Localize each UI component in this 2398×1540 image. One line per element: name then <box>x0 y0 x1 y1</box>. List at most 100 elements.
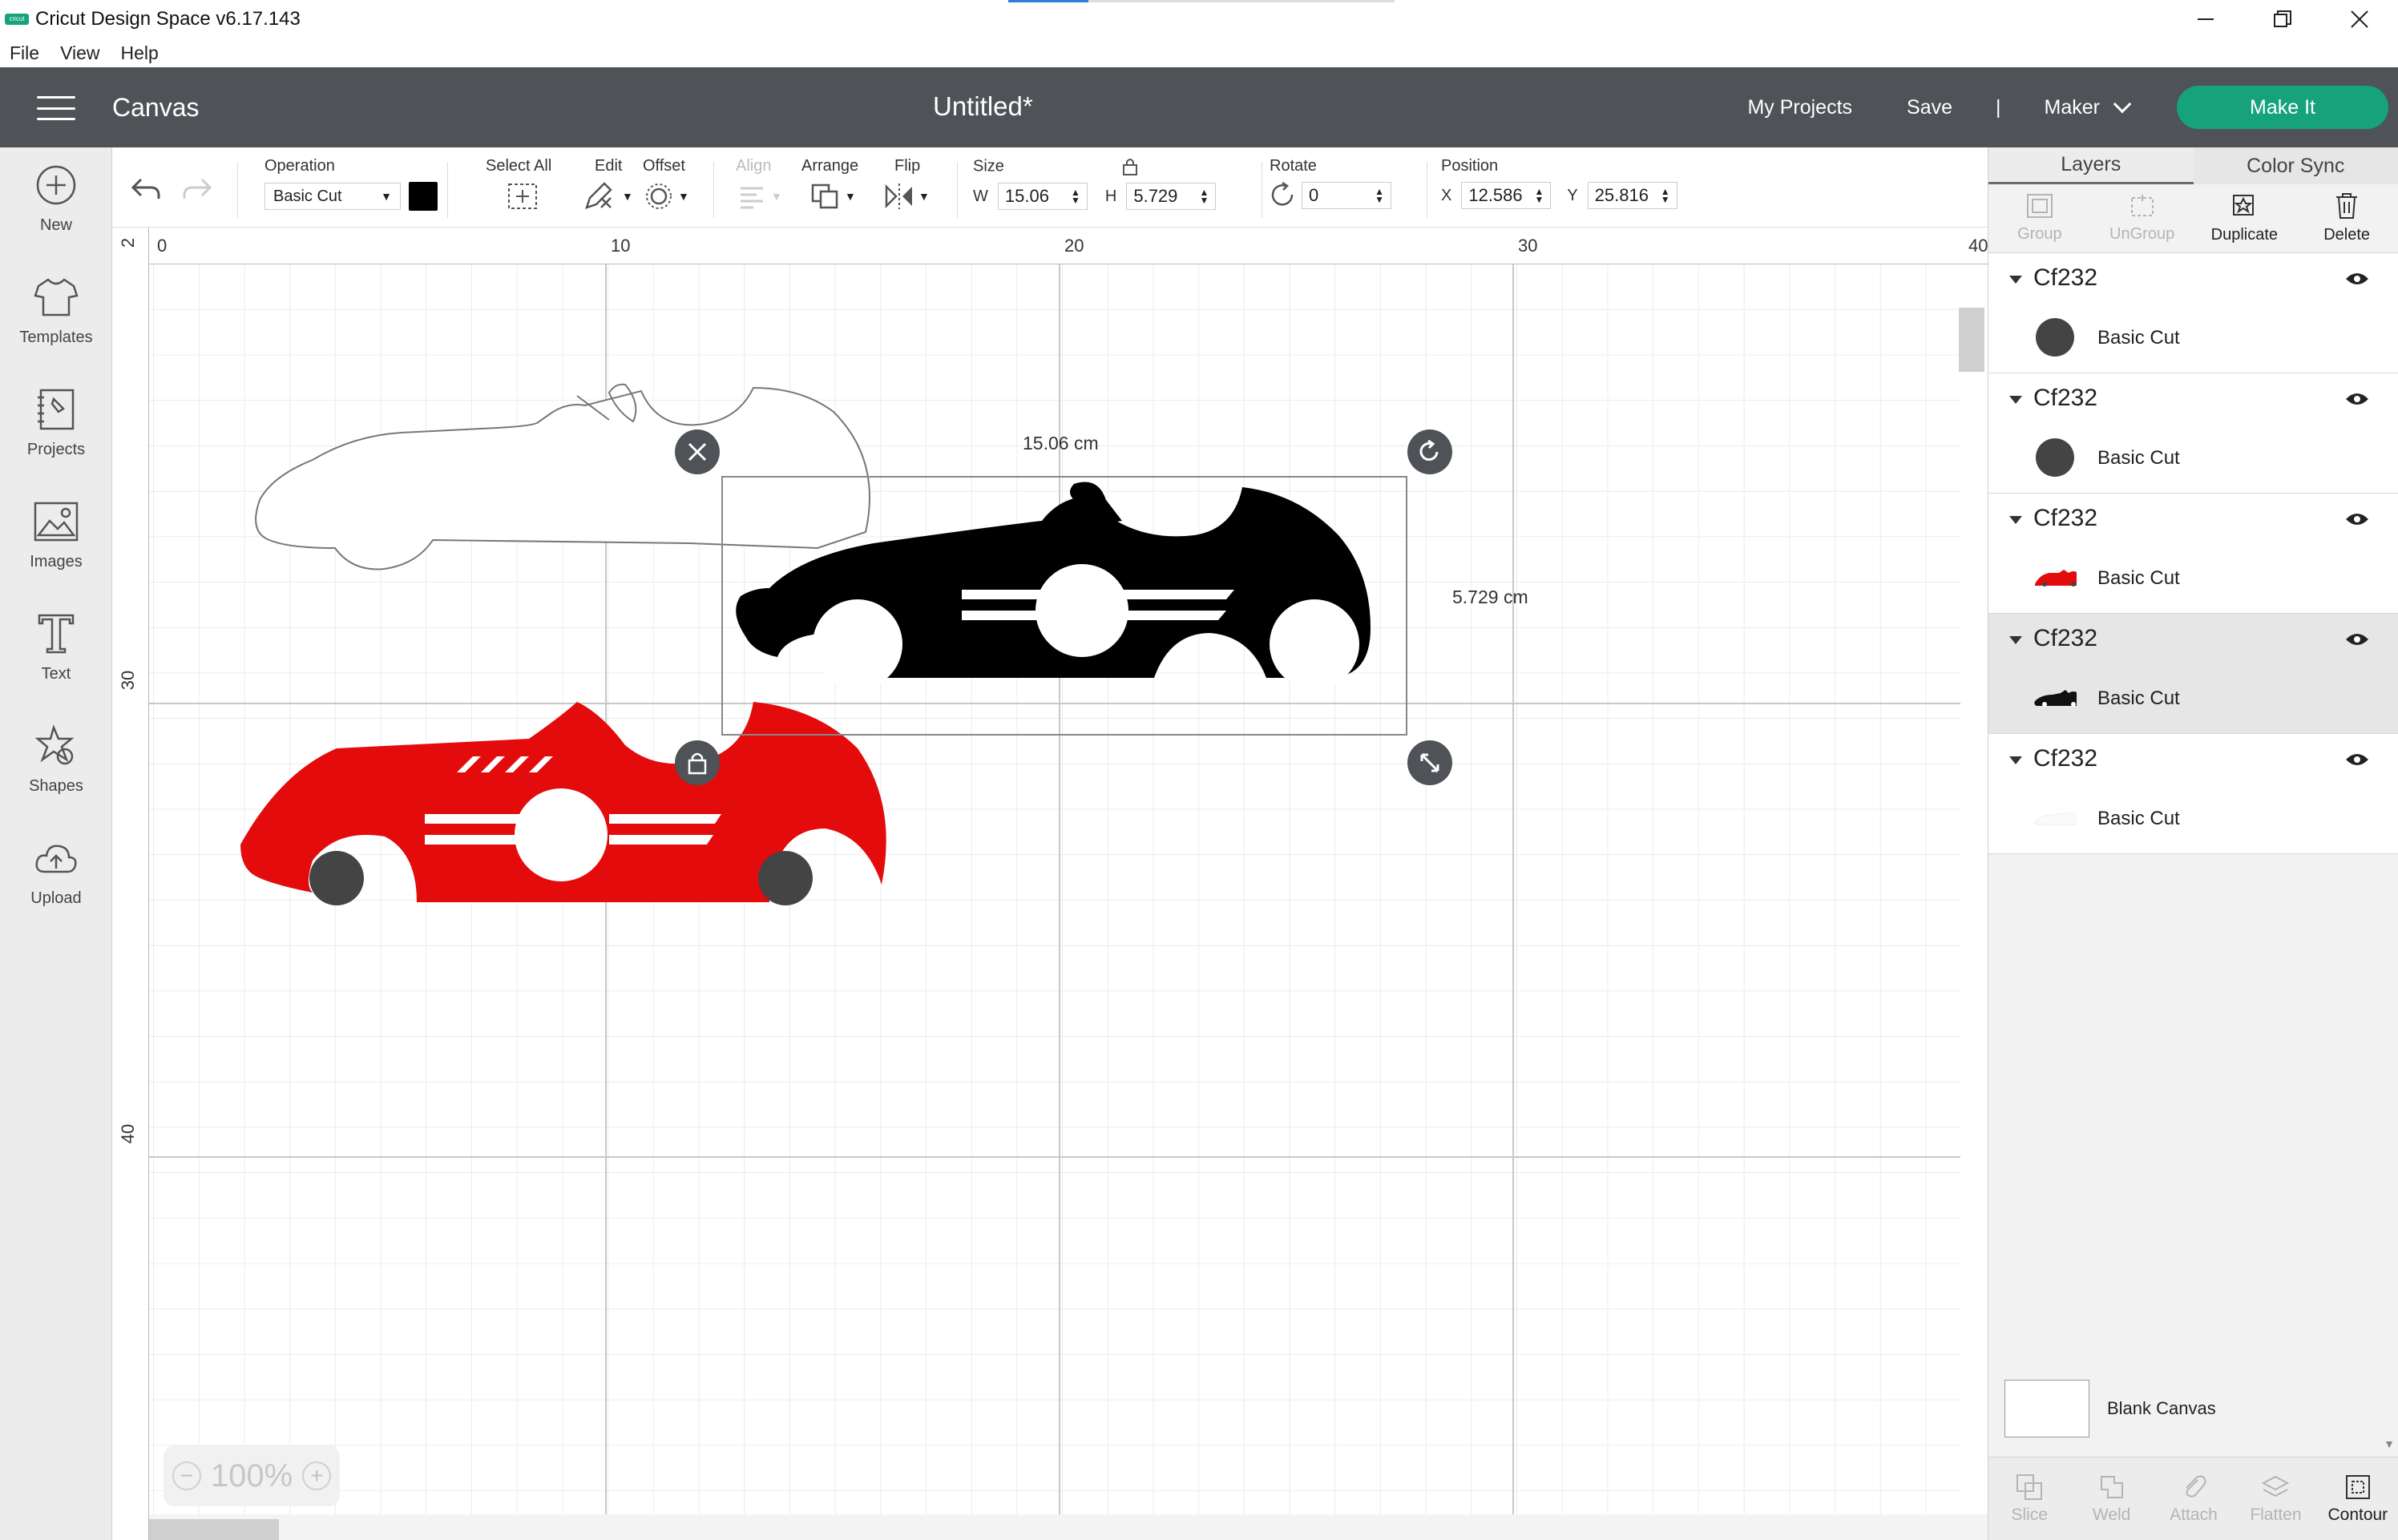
menu-view[interactable]: View <box>60 42 99 64</box>
delete-button[interactable]: Delete <box>2295 184 2398 252</box>
ungroup-button[interactable]: UnGroup <box>2091 184 2194 252</box>
undo-icon[interactable] <box>130 175 162 202</box>
blank-canvas-row[interactable]: Blank Canvas <box>1988 1369 2398 1449</box>
lock-icon[interactable] <box>1120 157 1140 176</box>
caret-down-icon: ▼ <box>771 190 782 203</box>
x-input[interactable]: 12.586 ▲ ▼ <box>1461 182 1552 209</box>
zoom-level: 100% <box>210 1457 293 1494</box>
rotate-input[interactable]: 0 ▲ ▼ <box>1302 182 1391 209</box>
horizontal-scrollbar[interactable] <box>149 1514 1988 1540</box>
layer-group[interactable]: Cf232 Basic Cut <box>1988 373 2398 494</box>
layer-bottom-actions: Slice Weld Attach Flatten Contour <box>1988 1457 2398 1540</box>
close-icon <box>688 442 707 462</box>
x-letter: X <box>1441 186 1452 204</box>
horizontal-scrollbar-thumb[interactable] <box>149 1519 279 1540</box>
width-input[interactable]: 15.06 ▲ ▼ <box>997 183 1088 210</box>
spinner-icon[interactable]: ▲ ▼ <box>1199 187 1209 205</box>
vertical-scrollbar[interactable] <box>1959 308 1984 372</box>
slice-button[interactable]: Slice <box>1988 1457 2070 1540</box>
flatten-button[interactable]: Flatten <box>2234 1457 2316 1540</box>
layer-group[interactable]: Cf232 Basic Cut <box>1988 494 2398 614</box>
edit-pencil-icon[interactable] <box>583 182 619 211</box>
my-projects-link[interactable]: My Projects <box>1747 96 1852 119</box>
new-button[interactable]: New <box>0 147 112 252</box>
visibility-eye-icon[interactable] <box>2345 752 2369 768</box>
select-all-icon[interactable] <box>507 182 539 211</box>
expand-caret-icon[interactable] <box>2009 516 2022 524</box>
weld-icon <box>2100 1475 2123 1498</box>
y-input[interactable]: 25.816 ▲ ▼ <box>1587 182 1677 209</box>
expand-caret-icon[interactable] <box>2009 396 2022 404</box>
menu-help[interactable]: Help <box>121 42 159 64</box>
save-button[interactable]: Save <box>1907 96 1952 119</box>
design-canvas[interactable]: 0 10 20 30 40 2 30 40 15.06 cm 5.729 cm <box>112 228 1988 1540</box>
arrange-icon[interactable] <box>809 182 842 211</box>
layer-group[interactable]: Cf232 Basic Cut <box>1988 253 2398 373</box>
flip-icon[interactable] <box>883 182 915 211</box>
expand-caret-icon[interactable] <box>2009 636 2022 644</box>
close-window-button[interactable] <box>2321 0 2398 38</box>
height-input[interactable]: 5.729 ▲ ▼ <box>1126 183 1217 210</box>
restore-button[interactable] <box>2244 0 2321 38</box>
rotate-group: Rotate 0 ▲ ▼ <box>1270 157 1391 209</box>
expand-caret-icon[interactable] <box>2009 756 2022 764</box>
delete-handle[interactable] <box>675 429 720 474</box>
expand-caret-icon[interactable] <box>2009 276 2022 284</box>
shapes-button[interactable]: Shapes <box>0 708 112 812</box>
resize-handle[interactable] <box>1407 740 1452 785</box>
upload-button[interactable]: Upload <box>0 820 112 925</box>
layer-group-selected[interactable]: Cf232 Basic Cut <box>1988 614 2398 734</box>
trash-icon <box>2336 193 2358 219</box>
attach-button[interactable]: Attach <box>2153 1457 2234 1540</box>
ruler-top-label: 10 <box>611 236 631 256</box>
caret-down-icon[interactable]: ▼ <box>622 190 633 203</box>
group-button[interactable]: Group <box>1988 184 2091 252</box>
close-icon <box>2351 10 2368 28</box>
offset-icon[interactable] <box>643 182 675 211</box>
spinner-icon[interactable]: ▲ ▼ <box>1661 187 1670 204</box>
rotate-handle[interactable] <box>1407 429 1452 474</box>
machine-select[interactable]: Maker <box>2045 95 2132 119</box>
restore-icon <box>2274 10 2291 27</box>
image-icon <box>33 498 79 545</box>
spinner-icon[interactable]: ▲ ▼ <box>1534 187 1544 204</box>
tab-color-sync[interactable]: Color Sync <box>2193 147 2398 184</box>
menu-file[interactable]: File <box>10 42 39 64</box>
contour-button[interactable]: Contour <box>2317 1457 2398 1540</box>
caret-down-icon[interactable]: ▼ <box>918 190 930 203</box>
spinner-icon[interactable]: ▲ ▼ <box>1071 187 1080 205</box>
spinner-icon[interactable]: ▲ ▼ <box>1375 187 1384 204</box>
ruler-top-label: 20 <box>1064 236 1084 256</box>
document-title[interactable]: Untitled* <box>933 91 1033 122</box>
operation-value: Basic Cut <box>273 187 342 205</box>
visibility-eye-icon[interactable] <box>2345 511 2369 527</box>
visibility-eye-icon[interactable] <box>2345 631 2369 647</box>
minimize-button[interactable] <box>2167 0 2244 38</box>
layer-group[interactable]: Cf232 Basic Cut <box>1988 734 2398 854</box>
duplicate-icon <box>2233 195 2255 216</box>
lock-handle[interactable] <box>675 740 720 785</box>
zoom-in-button[interactable]: + <box>302 1461 332 1490</box>
zoom-out-button[interactable]: − <box>172 1461 201 1490</box>
duplicate-button[interactable]: Duplicate <box>2194 184 2296 252</box>
caret-down-icon[interactable]: ▼ <box>845 190 856 203</box>
visibility-eye-icon[interactable] <box>2345 271 2369 287</box>
hamburger-menu-icon[interactable] <box>37 96 75 120</box>
projects-button[interactable]: Projects <box>0 372 112 476</box>
shapes-label: Shapes <box>29 777 83 795</box>
text-button[interactable]: Text <box>0 596 112 700</box>
caret-down-icon[interactable]: ▼ <box>678 190 689 203</box>
make-it-button[interactable]: Make It <box>2177 86 2388 129</box>
select-all-group: Select All <box>486 157 551 211</box>
images-button[interactable]: Images <box>0 484 112 588</box>
color-swatch[interactable] <box>409 182 438 211</box>
layer-operation: Basic Cut <box>2097 447 2180 469</box>
blank-canvas-swatch[interactable] <box>2004 1380 2089 1437</box>
images-label: Images <box>30 553 83 570</box>
tab-layers[interactable]: Layers <box>1988 147 2194 184</box>
operation-select[interactable]: Basic Cut ▼ <box>264 183 401 210</box>
templates-button[interactable]: Templates <box>0 260 112 364</box>
weld-button[interactable]: Weld <box>2070 1457 2152 1540</box>
visibility-eye-icon[interactable] <box>2345 391 2369 407</box>
redo-icon[interactable] <box>181 175 213 202</box>
